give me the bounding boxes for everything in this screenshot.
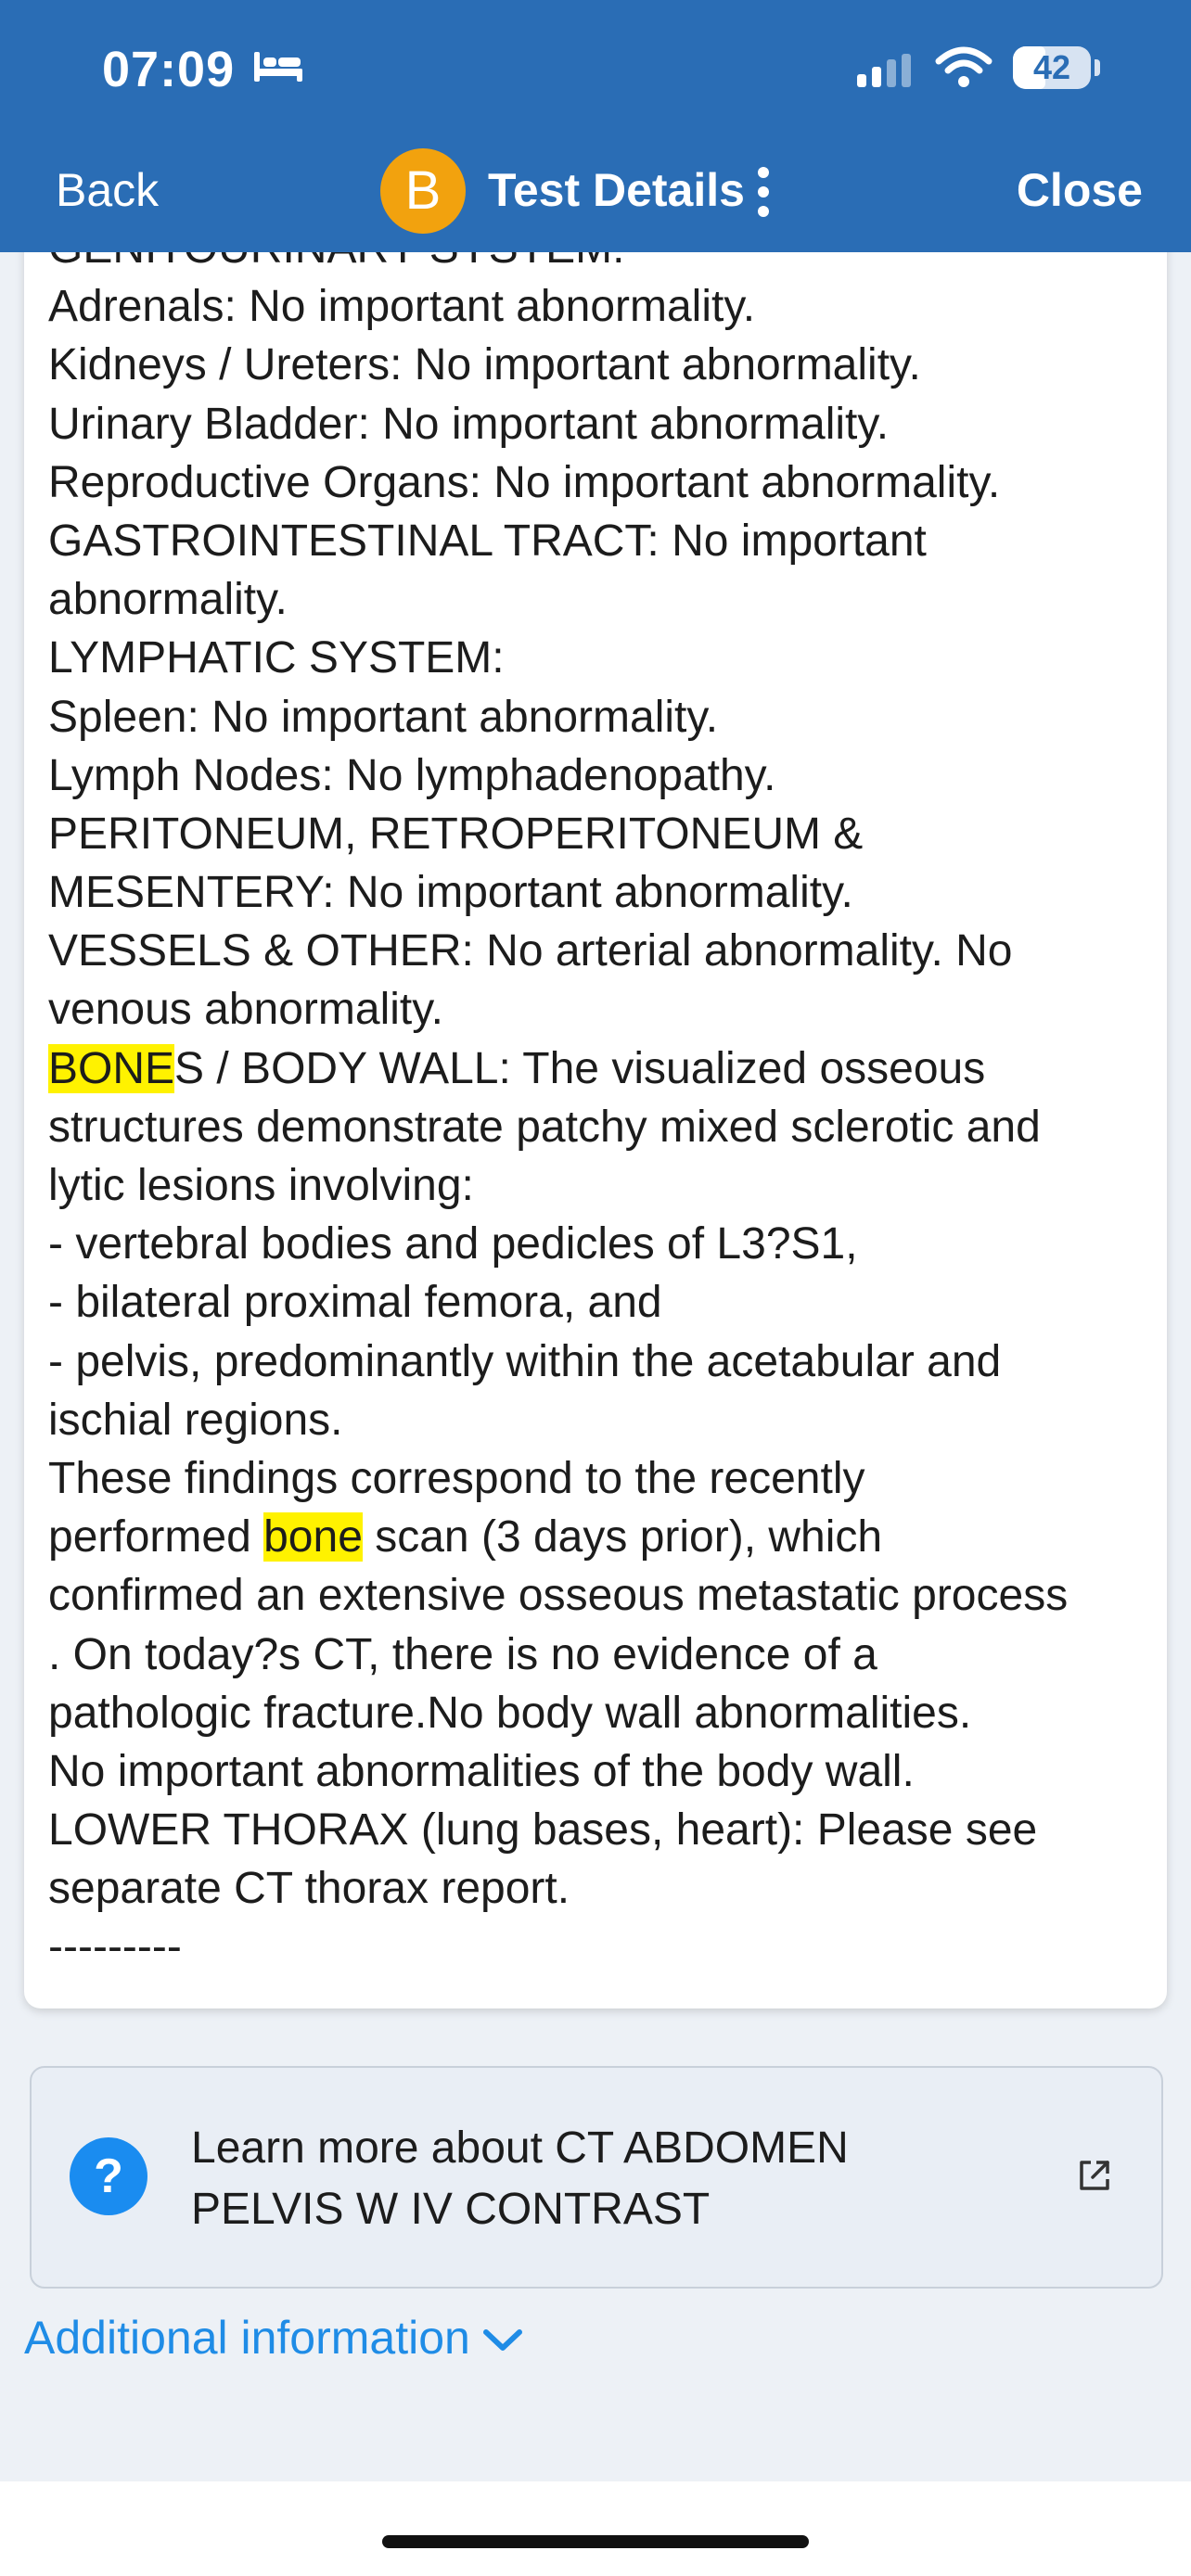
wifi-icon — [935, 46, 992, 87]
report-line: ischial regions. — [48, 1395, 343, 1445]
top-bar: 07:09 42 Back B Test Details Close — [0, 0, 1191, 252]
home-area — [0, 2481, 1191, 2576]
report-line: Kidneys / Ureters: No important abnormal… — [48, 340, 921, 390]
report-line: Lymph Nodes: No lymphadenopathy. — [48, 750, 776, 800]
avatar[interactable]: B — [380, 148, 466, 234]
learn-more-card[interactable]: ? Learn more about CT ABDOMEN PELVIS W I… — [30, 2066, 1163, 2289]
report-line: GASTROINTESTINAL TRACT: No important — [48, 516, 927, 566]
report-line: VESSELS & OTHER: No arterial abnormality… — [48, 926, 1013, 976]
search-highlight: bone — [263, 1512, 363, 1562]
additional-information-link[interactable]: Additional information — [24, 2311, 470, 2365]
report-line: No important abnormalities of the body w… — [48, 1746, 915, 1796]
report-line: These findings correspond to the recentl… — [48, 1453, 865, 1503]
report-line: Adrenals: No important abnormality. — [48, 282, 756, 332]
back-button[interactable]: Back — [56, 163, 159, 217]
report-line: MESENTERY: No important abnormality. — [48, 868, 853, 918]
report-line: confirmed an extensive osseous metastati… — [48, 1571, 1069, 1621]
report-line: - pelvis, predominantly within the aceta… — [48, 1336, 1002, 1386]
status-time: 07:09 — [102, 42, 236, 97]
help-icon: ? — [70, 2137, 147, 2215]
more-vertical-icon[interactable] — [751, 163, 775, 221]
learn-more-line: Learn more about CT ABDOMEN — [191, 2123, 849, 2173]
report-line: LOWER THORAX (lung bases, heart): Please… — [48, 1805, 1038, 1855]
report-line-text: scan (3 days prior), which — [362, 1512, 883, 1562]
search-highlight: BONE — [48, 1043, 175, 1093]
close-button[interactable]: Close — [1017, 163, 1143, 217]
report-line: LYMPHATIC SYSTEM: — [48, 633, 505, 683]
report-card: GENITOURINARY SYSTEM: Adrenals: No impor… — [24, 185, 1167, 2009]
report-line-bones: BONES / BODY WALL: The visualized osseou… — [48, 1039, 1152, 1098]
svg-text:?: ? — [94, 2149, 123, 2203]
chevron-down-icon[interactable] — [482, 2327, 523, 2353]
report-line: pathologic fracture.No body wall abnorma… — [48, 1688, 972, 1738]
report-line-text: S / BODY WALL: The visualized osseous — [174, 1043, 986, 1093]
learn-more-text: Learn more about CT ABDOMEN PELVIS W IV … — [191, 2118, 849, 2240]
report-line: abnormality. — [48, 575, 288, 625]
learn-more-line: PELVIS W IV CONTRAST — [191, 2185, 711, 2234]
home-indicator[interactable] — [382, 2535, 809, 2548]
report-line: Reproductive Organs: No important abnorm… — [48, 457, 1001, 507]
report-line: . On today?s CT, there is no evidence of… — [48, 1629, 877, 1679]
report-line-bone-scan: performed bone scan (3 days prior), whic… — [48, 1508, 1152, 1566]
report-line-text: performed — [48, 1512, 264, 1562]
external-link-icon[interactable] — [1076, 2157, 1113, 2194]
bed-icon — [254, 52, 302, 82]
report-line: separate CT thorax report. — [48, 1864, 570, 1914]
report-line: - vertebral bodies and pedicles of L3?S1… — [48, 1219, 858, 1269]
signal-icon — [857, 54, 911, 87]
report-line: venous abnormality. — [48, 985, 443, 1035]
report-line: - bilateral proximal femora, and — [48, 1278, 662, 1328]
report-line: lytic lesions involving: — [48, 1161, 474, 1210]
report-line: --------- — [48, 1922, 182, 1972]
page-title: Test Details — [488, 164, 745, 216]
report-line: structures demonstrate patchy mixed scle… — [48, 1102, 1041, 1152]
report-line: Urinary Bladder: No important abnormalit… — [48, 399, 890, 449]
report-line: Spleen: No important abnormality. — [48, 692, 719, 742]
report-text: GENITOURINARY SYSTEM: Adrenals: No impor… — [48, 219, 1152, 1977]
battery-percentage: 42 — [1032, 48, 1071, 86]
report-line: PERITONEUM, RETROPERITONEUM & — [48, 809, 864, 859]
